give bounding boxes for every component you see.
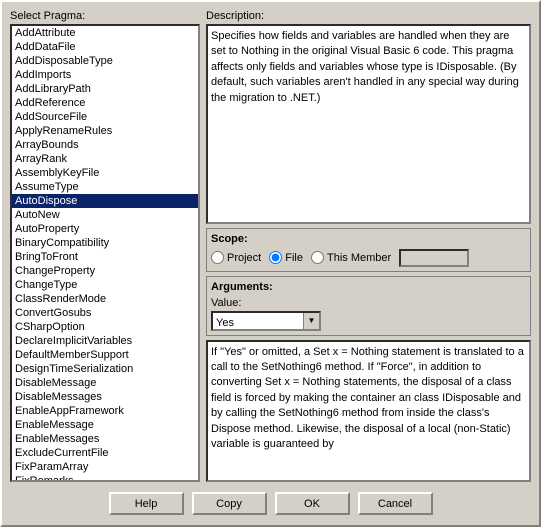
- scope-section: Scope: Project File This Member: [206, 228, 531, 272]
- list-item[interactable]: AddImports: [12, 68, 198, 82]
- list-item[interactable]: AutoDispose: [12, 194, 198, 208]
- scope-label: Scope:: [211, 233, 526, 245]
- list-item[interactable]: DesignTimeSerialization: [12, 362, 198, 376]
- value-label: Value:: [211, 297, 526, 309]
- list-item[interactable]: EnableAppFramework: [12, 404, 198, 418]
- button-row: Help Copy OK Cancel: [10, 488, 531, 517]
- help-button[interactable]: Help: [109, 492, 184, 515]
- dropdown-arrow-icon[interactable]: ▼: [303, 313, 319, 329]
- bottom-desc-section: If "Yes" or omitted, a Set x = Nothing s…: [206, 340, 531, 482]
- list-item[interactable]: AddReference: [12, 96, 198, 110]
- list-item[interactable]: ApplyRenameRules: [12, 124, 198, 138]
- copy-button[interactable]: Copy: [192, 492, 267, 515]
- list-item[interactable]: ConvertGosubs: [12, 306, 198, 320]
- list-item[interactable]: AutoNew: [12, 208, 198, 222]
- left-panel: Select Pragma: AddAttributeAddDataFileAd…: [10, 10, 200, 482]
- list-item[interactable]: AddLibraryPath: [12, 82, 198, 96]
- list-item[interactable]: DisableMessages: [12, 390, 198, 404]
- list-item[interactable]: AddAttribute: [12, 26, 198, 40]
- select-pragma-dialog: Select Pragma: AddAttributeAddDataFileAd…: [0, 0, 541, 527]
- list-item[interactable]: DeclareImplicitVariables: [12, 334, 198, 348]
- list-item[interactable]: ArrayRank: [12, 152, 198, 166]
- scope-file-label: File: [285, 252, 303, 264]
- value-dropdown-text: Yes: [213, 313, 303, 329]
- list-item[interactable]: ArrayBounds: [12, 138, 198, 152]
- right-panel: Description: Specifies how fields and va…: [206, 10, 531, 482]
- list-item[interactable]: AssemblyKeyFile: [12, 166, 198, 180]
- list-item[interactable]: FixParamArray: [12, 460, 198, 474]
- scope-file-radio[interactable]: [269, 251, 282, 264]
- list-item[interactable]: DefaultMemberSupport: [12, 348, 198, 362]
- description-label: Description:: [206, 10, 531, 22]
- scope-project-radio[interactable]: [211, 251, 224, 264]
- cancel-button[interactable]: Cancel: [358, 492, 433, 515]
- main-content: Select Pragma: AddAttributeAddDataFileAd…: [10, 10, 531, 482]
- list-item[interactable]: ChangeProperty: [12, 264, 198, 278]
- list-item[interactable]: BinaryCompatibility: [12, 236, 198, 250]
- list-item[interactable]: AddSourceFile: [12, 110, 198, 124]
- ok-button[interactable]: OK: [275, 492, 350, 515]
- list-item[interactable]: AddDataFile: [12, 40, 198, 54]
- description-box: Specifies how fields and variables are h…: [206, 24, 531, 224]
- pragma-listbox[interactable]: AddAttributeAddDataFileAddDisposableType…: [10, 24, 200, 482]
- list-item[interactable]: ExcludeCurrentFile: [12, 446, 198, 460]
- list-item[interactable]: AssumeType: [12, 180, 198, 194]
- pragma-list-label: Select Pragma:: [10, 10, 200, 22]
- scope-file-group[interactable]: File: [269, 251, 303, 264]
- list-item[interactable]: EnableMessage: [12, 418, 198, 432]
- scope-options: Project File This Member: [211, 249, 526, 267]
- bottom-desc-box: If "Yes" or omitted, a Set x = Nothing s…: [206, 340, 531, 482]
- scope-member-input[interactable]: [399, 249, 469, 267]
- list-item[interactable]: ChangeType: [12, 278, 198, 292]
- arguments-label: Arguments:: [211, 281, 526, 293]
- scope-member-label: This Member: [327, 252, 391, 264]
- list-item[interactable]: ClassRenderMode: [12, 292, 198, 306]
- scope-member-group[interactable]: This Member: [311, 251, 391, 264]
- value-dropdown-display[interactable]: Yes ▼: [211, 311, 321, 331]
- description-section: Description: Specifies how fields and va…: [206, 10, 531, 224]
- list-item[interactable]: BringToFront: [12, 250, 198, 264]
- scope-project-group[interactable]: Project: [211, 251, 261, 264]
- list-item[interactable]: AddDisposableType: [12, 54, 198, 68]
- scope-member-radio[interactable]: [311, 251, 324, 264]
- value-dropdown-container: Yes ▼: [211, 311, 526, 331]
- list-item[interactable]: FixRemarks: [12, 474, 198, 482]
- scope-project-label: Project: [227, 252, 261, 264]
- list-item[interactable]: EnableMessages: [12, 432, 198, 446]
- list-item[interactable]: DisableMessage: [12, 376, 198, 390]
- arguments-section: Arguments: Value: Yes ▼: [206, 276, 531, 336]
- list-item[interactable]: CSharpOption: [12, 320, 198, 334]
- list-item[interactable]: AutoProperty: [12, 222, 198, 236]
